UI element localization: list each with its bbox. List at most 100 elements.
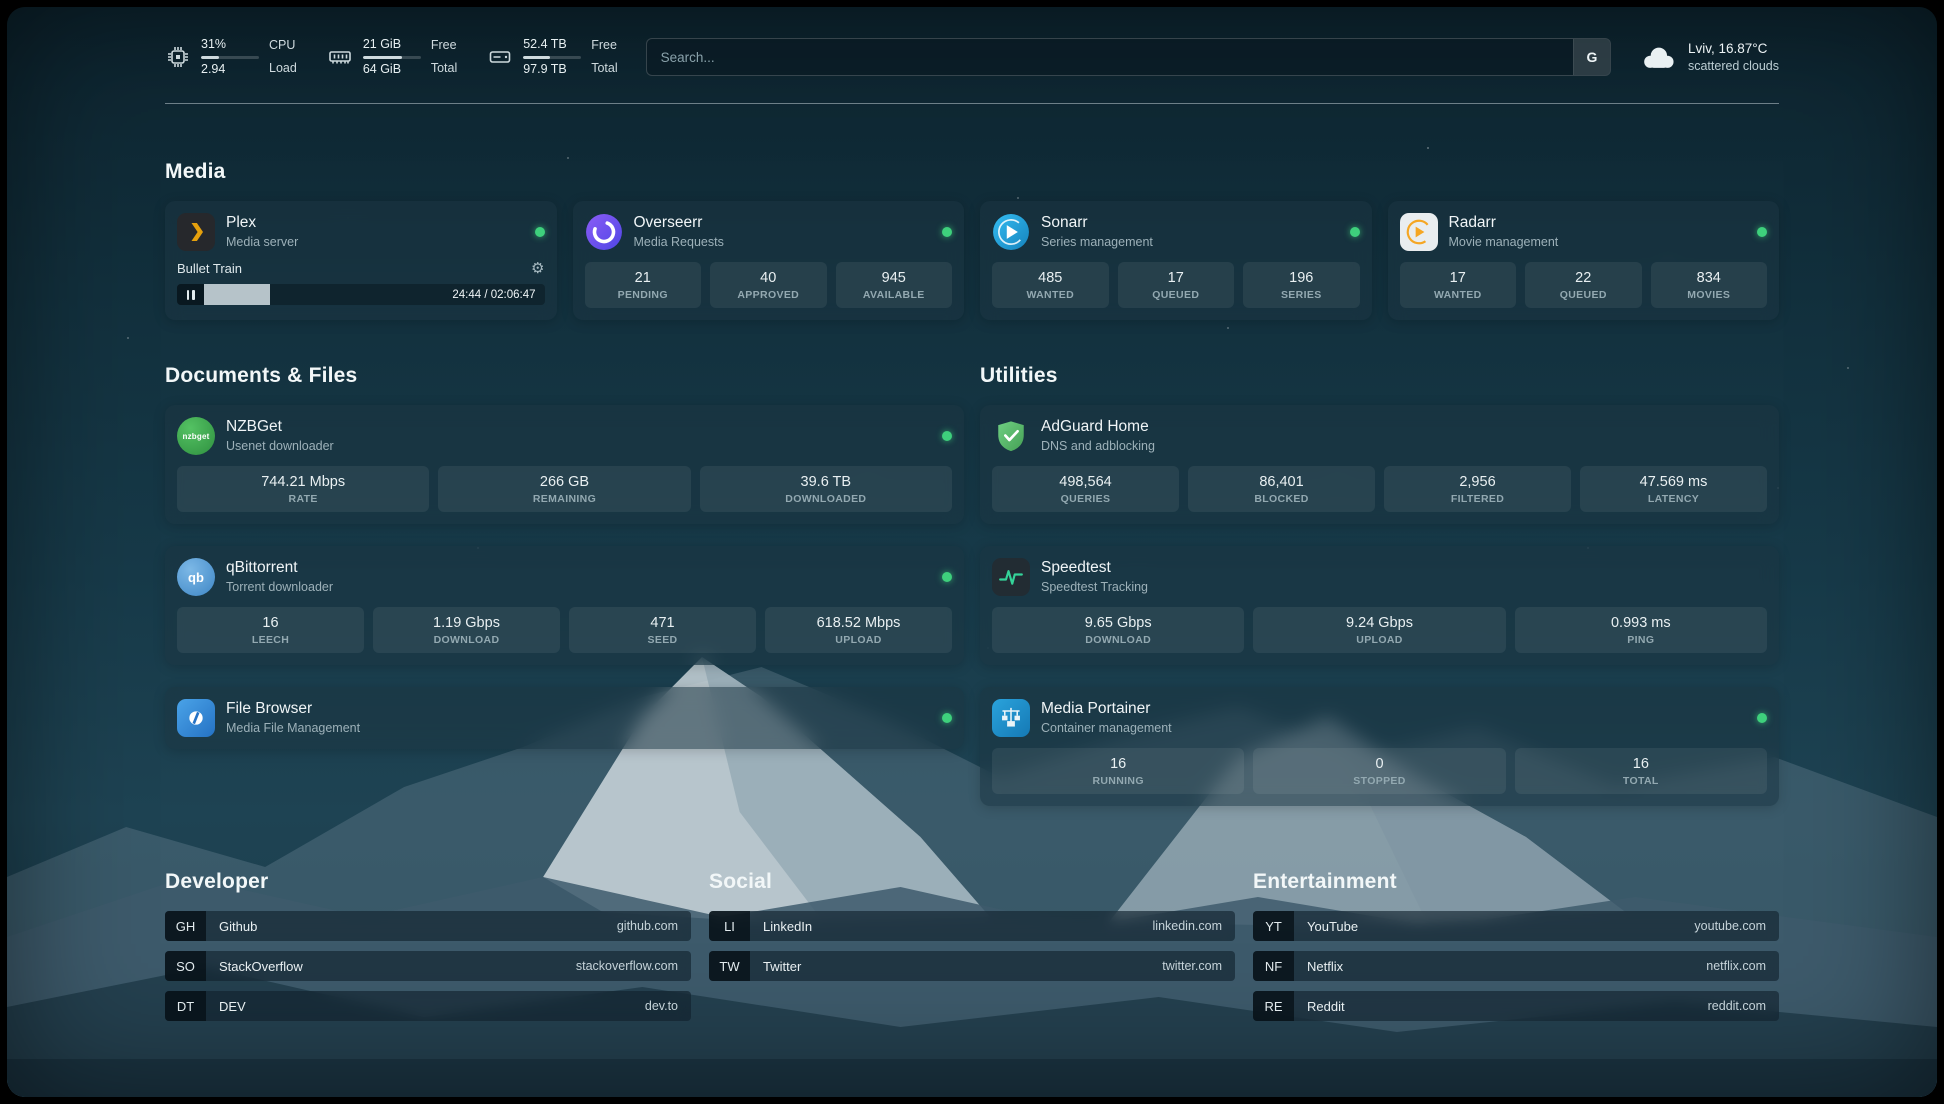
bookmarks-developer: Developer GH Github github.com SO StackO… — [165, 870, 691, 1031]
documents-section: Documents & Files nzbget NZBGet Usenet d… — [165, 364, 964, 749]
disk-label-top: Free — [591, 38, 617, 54]
service-card-qbittorrent: qb qBittorrent Torrent downloader 16LEEC… — [165, 546, 964, 665]
memory-total: 64 GiB — [363, 62, 421, 78]
system-widgets: 31% 2.94 CPU Load — [165, 37, 618, 77]
service-link-nzbget[interactable]: nzbget NZBGet Usenet downloader — [177, 417, 952, 455]
bookmark-linkedin[interactable]: LI LinkedIn linkedin.com — [709, 911, 1235, 941]
service-name: File Browser — [226, 700, 360, 719]
status-indicator — [942, 713, 952, 723]
stat-pending: 21PENDING — [585, 262, 702, 308]
bookmark-reddit[interactable]: RE Reddit reddit.com — [1253, 991, 1779, 1021]
cpu-usage: 31% — [201, 37, 259, 53]
bookmark-netflix[interactable]: NF Netflix netflix.com — [1253, 951, 1779, 981]
service-desc: Movie management — [1449, 234, 1559, 250]
cpu-label-bottom: Load — [269, 61, 297, 77]
bookmark-abbr: RE — [1253, 991, 1294, 1021]
plex-icon — [177, 213, 215, 251]
disk-total: 97.9 TB — [523, 62, 581, 78]
stat-filtered: 2,956FILTERED — [1384, 466, 1571, 512]
service-card-plex: Plex Media server Bullet Train ⚙ — [165, 201, 557, 320]
bookmarks-entertainment: Entertainment YT YouTube youtube.com NF … — [1253, 870, 1779, 1031]
service-link-sonarr[interactable]: Sonarr Series management — [992, 213, 1360, 251]
stat-wanted: 17WANTED — [1400, 262, 1517, 308]
stat-rate: 744.21 MbpsRATE — [177, 466, 429, 512]
cpu-load: 2.94 — [201, 62, 259, 78]
search-bar: G — [646, 38, 1611, 76]
bookmark-dev[interactable]: DT DEV dev.to — [165, 991, 691, 1021]
stat-ping: 0.993 msPING — [1515, 607, 1767, 653]
bookmark-youtube[interactable]: YT YouTube youtube.com — [1253, 911, 1779, 941]
stat-upload: 9.24 GbpsUPLOAD — [1253, 607, 1505, 653]
bookmark-stackoverflow[interactable]: SO StackOverflow stackoverflow.com — [165, 951, 691, 981]
service-name: Media Portainer — [1041, 700, 1172, 719]
cpu-icon — [165, 44, 191, 70]
status-indicator — [942, 227, 952, 237]
disk-bar — [523, 56, 581, 59]
cpu-widget: 31% 2.94 CPU Load — [165, 37, 297, 77]
bookmark-abbr: NF — [1253, 951, 1294, 981]
service-name: Overseerr — [634, 214, 724, 233]
topbar-divider — [165, 103, 1779, 104]
stat-download: 9.65 GbpsDOWNLOAD — [992, 607, 1244, 653]
service-desc: Speedtest Tracking — [1041, 579, 1148, 595]
service-name: qBittorrent — [226, 559, 333, 578]
bookmark-twitter[interactable]: TW Twitter twitter.com — [709, 951, 1235, 981]
portainer-icon — [992, 699, 1030, 737]
status-indicator — [1757, 227, 1767, 237]
section-title-documents: Documents & Files — [165, 364, 964, 388]
stat-seed: 471SEED — [569, 607, 756, 653]
status-indicator — [1757, 713, 1767, 723]
bookmark-name: Twitter — [763, 959, 801, 974]
playback-progress-bar[interactable]: 24:44 / 02:06:47 — [177, 284, 545, 305]
bookmark-url: linkedin.com — [1153, 919, 1222, 933]
service-link-filebrowser[interactable]: File Browser Media File Management — [177, 699, 952, 737]
stat-queued: 17QUEUED — [1118, 262, 1235, 308]
service-name: Sonarr — [1041, 214, 1153, 233]
service-link-radarr[interactable]: Radarr Movie management — [1400, 213, 1768, 251]
service-card-sonarr: Sonarr Series management 485WANTED 17QUE… — [980, 201, 1372, 320]
bookmark-abbr: SO — [165, 951, 206, 981]
bookmark-name: YouTube — [1307, 919, 1358, 934]
utilities-section: Utilities AdGuard Home — [980, 364, 1779, 806]
section-title-media: Media — [165, 160, 1779, 184]
bookmark-url: twitter.com — [1162, 959, 1222, 973]
service-desc: Series management — [1041, 234, 1153, 250]
cpu-label-top: CPU — [269, 38, 297, 54]
service-link-portainer[interactable]: Media Portainer Container management — [992, 699, 1767, 737]
top-bar: 31% 2.94 CPU Load — [165, 37, 1779, 77]
bookmark-abbr: LI — [709, 911, 750, 941]
cpu-bar — [201, 56, 259, 59]
stat-leech: 16LEECH — [177, 607, 364, 653]
stat-download: 1.19 GbpsDOWNLOAD — [373, 607, 560, 653]
service-link-qbittorrent[interactable]: qb qBittorrent Torrent downloader — [177, 558, 952, 596]
bookmark-github[interactable]: GH Github github.com — [165, 911, 691, 941]
bookmark-url: reddit.com — [1708, 999, 1766, 1013]
service-link-speedtest[interactable]: Speedtest Speedtest Tracking — [992, 558, 1767, 596]
radarr-icon — [1400, 213, 1438, 251]
disk-icon — [487, 44, 513, 70]
search-provider-button[interactable]: G — [1573, 39, 1610, 75]
stat-latency: 47.569 msLATENCY — [1580, 466, 1767, 512]
service-name: Speedtest — [1041, 559, 1148, 578]
service-link-plex[interactable]: Plex Media server — [177, 213, 545, 251]
bookmarks-social: Social LI LinkedIn linkedin.com TW Twitt… — [709, 870, 1235, 991]
stat-total: 16TOTAL — [1515, 748, 1767, 794]
search-input[interactable] — [647, 39, 1573, 75]
gear-icon[interactable]: ⚙ — [531, 261, 544, 276]
bookmark-name: DEV — [219, 999, 246, 1014]
service-name: Radarr — [1449, 214, 1559, 233]
bookmark-url: stackoverflow.com — [576, 959, 678, 973]
memory-label-top: Free — [431, 38, 457, 54]
weather-location-temp: Lviv, 16.87°C — [1688, 40, 1779, 58]
stat-series: 196SERIES — [1243, 262, 1360, 308]
progress-fill — [204, 284, 270, 305]
service-name: NZBGet — [226, 418, 334, 437]
weather-widget[interactable]: Lviv, 16.87°C scattered clouds — [1639, 40, 1779, 74]
stat-downloaded: 39.6 TBDOWNLOADED — [700, 466, 952, 512]
memory-icon — [327, 44, 353, 70]
service-link-overseerr[interactable]: Overseerr Media Requests — [585, 213, 953, 251]
service-desc: Media server — [226, 234, 298, 250]
pause-icon[interactable] — [177, 284, 204, 305]
filebrowser-icon — [177, 699, 215, 737]
service-link-adguard[interactable]: AdGuard Home DNS and adblocking — [992, 417, 1767, 455]
